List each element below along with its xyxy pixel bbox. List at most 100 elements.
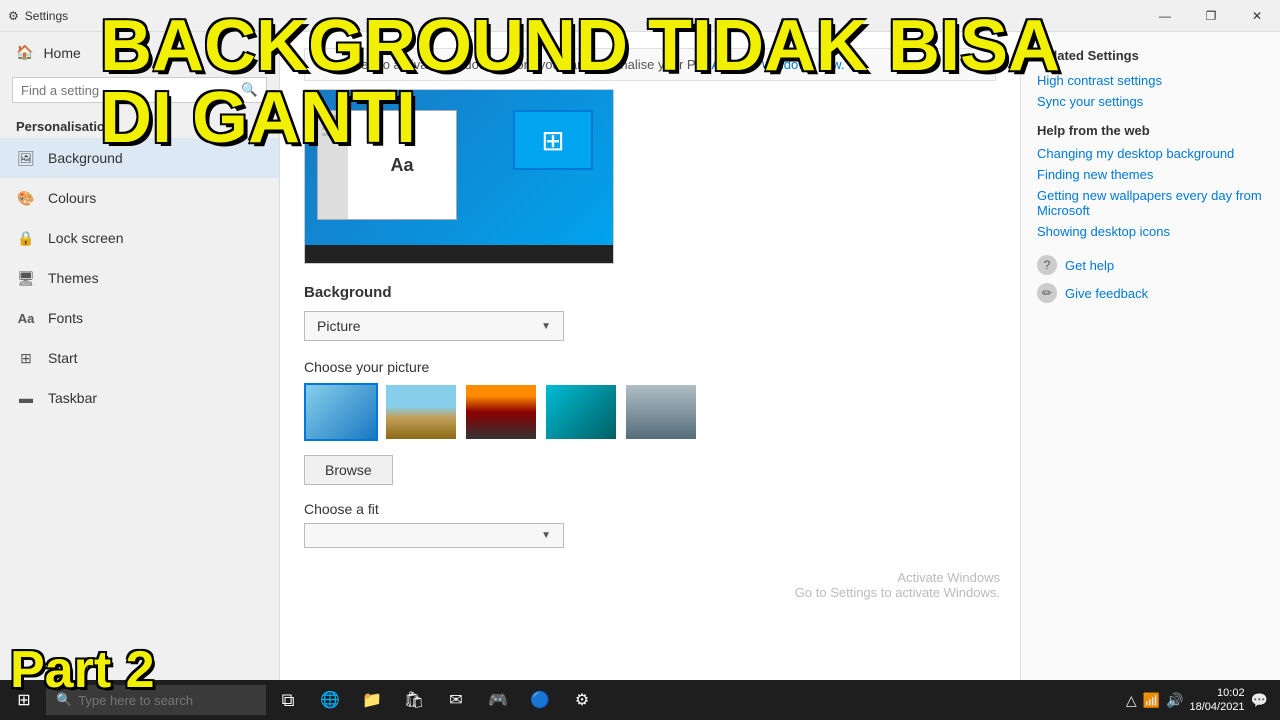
task-view-button[interactable]: ⧉ (268, 680, 308, 720)
home-icon: 🏠 (16, 44, 33, 61)
thumb-5[interactable] (624, 383, 698, 441)
thumb-3-inner (466, 385, 536, 439)
explorer-button[interactable]: 📁 (352, 680, 392, 720)
finding-themes-link[interactable]: Finding new themes (1037, 167, 1264, 182)
thumb-2[interactable] (384, 383, 458, 441)
title-bar-controls: — ❐ ✕ (1142, 0, 1280, 32)
give-feedback-label: Give feedback (1065, 286, 1148, 301)
changing-background-link[interactable]: Changing my desktop background (1037, 146, 1264, 161)
sidebar-item-colours[interactable]: 🎨 Colours (0, 178, 279, 218)
related-settings-title: Related Settings (1037, 48, 1264, 63)
taskbar-right: △ 📶 🔊 10:02 18/04/2021 💬 (1126, 686, 1276, 715)
settings-taskbar-button[interactable]: ⚙ (562, 680, 602, 720)
title-bar: ⚙ Settings — ❐ ✕ (0, 0, 1280, 32)
activate-watermark: Activate Windows Go to Settings to activ… (795, 570, 1000, 600)
store-button[interactable]: 🛍 (394, 680, 434, 720)
help-title: Help from the web (1037, 123, 1264, 138)
activate-link[interactable]: Activate Windows now. (712, 57, 845, 72)
preview-window-body: Aa (348, 111, 456, 219)
mail-button[interactable]: ✉ (436, 680, 476, 720)
sidebar-item-lock-screen[interactable]: 🔒 Lock screen (0, 218, 279, 258)
fit-dropdown[interactable]: ▼ (304, 523, 564, 548)
maximize-button[interactable]: ❐ (1188, 0, 1234, 32)
fonts-icon: Aa (16, 308, 36, 328)
taskbar-icon-sidebar: ▬ (16, 388, 36, 408)
title-bar-left: ⚙ Settings (8, 9, 68, 23)
get-help-item[interactable]: ? Get help (1037, 255, 1264, 275)
background-icon: 🖼 (16, 148, 36, 168)
watermark-line1: Activate Windows (795, 570, 1000, 585)
thumb-5-inner (626, 385, 696, 439)
background-dropdown-value: Picture (317, 318, 361, 334)
chevron-down-icon: ▼ (541, 321, 551, 332)
thumb-3[interactable] (464, 383, 538, 441)
high-contrast-link[interactable]: High contrast settings (1037, 73, 1264, 88)
sidebar-item-label-taskbar: Taskbar (48, 390, 97, 406)
sidebar-section-label: Personalisation (0, 111, 279, 138)
give-feedback-item[interactable]: ✏ Give feedback (1037, 283, 1264, 303)
colours-icon: 🎨 (16, 188, 36, 208)
watermark-line2: Go to Settings to activate Windows. (795, 585, 1000, 600)
sidebar-item-label-lock-screen: Lock screen (48, 230, 123, 246)
fit-chevron-down-icon: ▼ (541, 530, 551, 541)
thumb-1[interactable] (304, 383, 378, 441)
background-dropdown[interactable]: Picture ▼ (304, 311, 564, 341)
minimize-button[interactable]: — (1142, 0, 1188, 32)
chrome-button[interactable]: 🔵 (520, 680, 560, 720)
preview-sidebar-line (322, 133, 344, 136)
taskbar-search-input[interactable] (78, 693, 256, 708)
sidebar-item-background[interactable]: 🖼 Background (0, 138, 279, 178)
sidebar-home[interactable]: 🏠 Home (0, 32, 279, 73)
sidebar-item-label-themes: Themes (48, 270, 99, 286)
get-help-label: Get help (1065, 258, 1114, 273)
settings-icon: ⚙ (8, 9, 19, 23)
home-label: Home (43, 45, 80, 61)
activate-message: You need to activate Windows before you … (321, 57, 709, 72)
volume-icon: 🔊 (1166, 692, 1183, 709)
lock-icon: 🔒 (16, 228, 36, 248)
sidebar-item-themes[interactable]: 🖥 Themes (0, 258, 279, 298)
wallpapers-link[interactable]: Getting new wallpapers every day from Mi… (1037, 188, 1264, 218)
edge-button[interactable]: 🌐 (310, 680, 350, 720)
search-box[interactable]: 🔍 (12, 77, 267, 103)
system-tray-icon: △ (1126, 692, 1137, 709)
start-button[interactable]: ⊞ (4, 680, 44, 720)
preview-window-sidebar (318, 111, 348, 219)
sidebar-item-label-fonts: Fonts (48, 310, 83, 326)
background-section-label: Background (304, 284, 996, 301)
thumb-1-inner (306, 385, 376, 439)
sidebar-item-taskbar[interactable]: ▬ Taskbar (0, 378, 279, 418)
sidebar-item-label-background: Background (48, 150, 123, 166)
sync-settings-link[interactable]: Sync your settings (1037, 94, 1264, 109)
taskbar-search-icon: 🔍 (56, 692, 72, 708)
main-content: You need to activate Windows before you … (280, 32, 1020, 680)
taskbar-date-display: 18/04/2021 (1190, 700, 1245, 714)
picture-thumbnails (304, 383, 996, 441)
thumb-4-inner (546, 385, 616, 439)
taskbar-time-display: 10:02 (1190, 686, 1245, 700)
sidebar-item-fonts[interactable]: Aa Fonts (0, 298, 279, 338)
right-panel: Related Settings High contrast settings … (1020, 32, 1280, 680)
thumb-2-inner (386, 385, 456, 439)
windows-logo: ⊞ (541, 124, 564, 157)
app1-button[interactable]: 🎮 (478, 680, 518, 720)
browse-button[interactable]: Browse (304, 455, 393, 485)
taskbar-left: ⊞ 🔍 ⧉ 🌐 📁 🛍 ✉ 🎮 🔵 ⚙ (4, 680, 602, 720)
search-button[interactable]: 🔍 (241, 82, 258, 98)
choose-fit-label: Choose a fit (304, 501, 996, 517)
preview-taskbar (305, 245, 613, 263)
preview-window: Aa (317, 110, 457, 220)
search-input[interactable] (21, 83, 241, 98)
taskbar-clock[interactable]: 10:02 18/04/2021 (1190, 686, 1245, 715)
taskbar-search-box[interactable]: 🔍 (46, 685, 266, 715)
thumb-4[interactable] (544, 383, 618, 441)
themes-icon: 🖥 (16, 268, 36, 288)
preview-sidebar-line (322, 127, 344, 130)
desktop-icons-link[interactable]: Showing desktop icons (1037, 224, 1264, 239)
title-bar-title: Settings (25, 9, 68, 23)
preview-sidebar-line (322, 115, 344, 118)
sidebar-item-start[interactable]: ⊞ Start (0, 338, 279, 378)
close-button[interactable]: ✕ (1234, 0, 1280, 32)
taskbar: ⊞ 🔍 ⧉ 🌐 📁 🛍 ✉ 🎮 🔵 ⚙ △ 📶 🔊 10:02 18/04/20… (0, 680, 1280, 720)
get-help-icon: ? (1037, 255, 1057, 275)
